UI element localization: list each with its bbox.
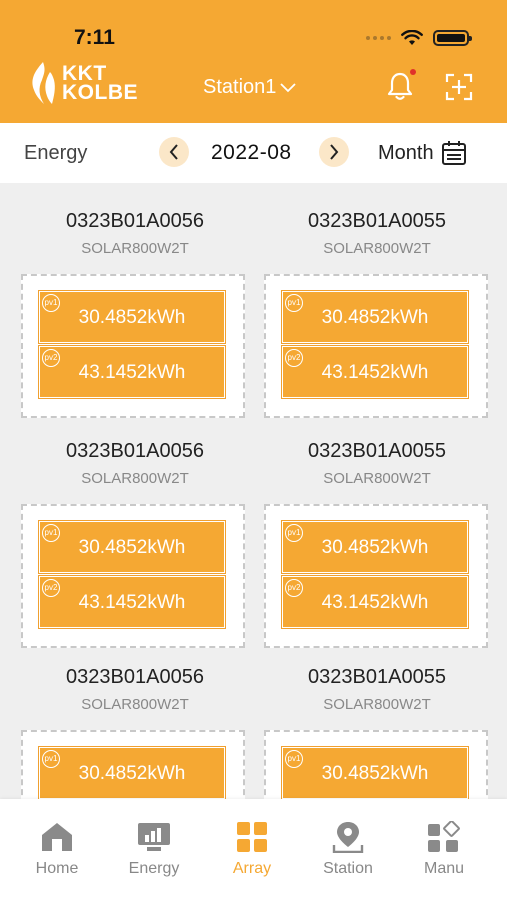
- energy-label: Energy: [24, 142, 88, 164]
- tab-label: Station: [323, 860, 373, 877]
- device-model: SOLAR800W2T: [81, 240, 189, 257]
- pv1-panel: pv1 30.4852kWh: [281, 520, 469, 574]
- brand-line-2: KOLBE: [62, 81, 138, 104]
- wifi-icon: [401, 30, 423, 45]
- pv2-panel: pv2 43.1452kWh: [38, 575, 226, 629]
- device-model: SOLAR800W2T: [323, 470, 431, 487]
- pv2-value: 43.1452kWh: [321, 362, 429, 383]
- tab-label: Energy: [128, 860, 180, 877]
- device-id: 0323B01A0055: [308, 440, 446, 462]
- period-label: Month: [378, 141, 434, 164]
- tab-label: Manu: [423, 860, 465, 877]
- scan-button[interactable]: [445, 73, 473, 106]
- station-name: Station1: [203, 76, 277, 98]
- station-pin-icon: [332, 822, 364, 853]
- scan-icon: [445, 73, 473, 101]
- device-model: SOLAR800W2T: [81, 470, 189, 487]
- battery-icon: [433, 30, 472, 46]
- pv1-value: 30.4852kWh: [321, 537, 429, 558]
- current-date: 2022-08: [211, 141, 292, 164]
- pv2-value: 43.1452kWh: [321, 592, 429, 613]
- pv1-panel: pv1 30.4852kWh: [281, 290, 469, 344]
- notification-dot: [410, 69, 416, 75]
- flame-logo-icon: [32, 62, 55, 104]
- pv1-value: 30.4852kWh: [78, 307, 186, 328]
- array-grid-icon: [237, 822, 267, 852]
- device-id: 0323B01A0056: [66, 666, 204, 688]
- status-time: 7:11: [74, 26, 115, 49]
- device-id: 0323B01A0056: [66, 210, 204, 232]
- period-selector[interactable]: Month: [378, 140, 467, 166]
- tab-energy[interactable]: Energy: [114, 821, 194, 878]
- calendar-icon: [441, 141, 466, 165]
- tab-station[interactable]: Station: [308, 821, 388, 878]
- device-id: 0323B01A0055: [308, 666, 446, 688]
- tab-array[interactable]: Array: [212, 821, 292, 878]
- pv1-panel: pv1 30.4852kWh: [38, 290, 226, 344]
- device-model: SOLAR800W2T: [81, 696, 189, 713]
- tab-label: Home: [35, 860, 79, 877]
- pv1-panel: pv1 30.4852kWh: [281, 746, 469, 800]
- chevron-left-icon: [169, 144, 178, 160]
- pv1-panel: pv1 30.4852kWh: [38, 746, 226, 800]
- next-date-button[interactable]: [319, 137, 349, 167]
- station-selector[interactable]: Station1: [203, 76, 297, 99]
- pv1-value: 30.4852kWh: [321, 307, 429, 328]
- pv1-value: 30.4852kWh: [78, 763, 186, 784]
- tab-menu[interactable]: Manu: [404, 821, 484, 878]
- bell-icon: [387, 72, 413, 100]
- tab-home[interactable]: Home: [17, 821, 97, 878]
- device-card[interactable]: pv1 30.4852kWh pv2 43.1452kWh: [21, 504, 245, 648]
- brand-name: KKT KOLBE: [62, 63, 138, 104]
- prev-date-button[interactable]: [159, 137, 189, 167]
- pv2-value: 43.1452kWh: [78, 362, 186, 383]
- brand-logo: KKT KOLBE: [28, 60, 138, 106]
- notification-button[interactable]: [386, 69, 416, 106]
- pv2-value: 43.1452kWh: [78, 592, 186, 613]
- device-card[interactable]: pv1 30.4852kWh pv2 43.1452kWh: [264, 274, 488, 418]
- tab-label: Array: [232, 860, 272, 877]
- device-card[interactable]: pv1 30.4852kWh pv2 43.1452kWh: [264, 504, 488, 648]
- home-icon: [42, 823, 72, 851]
- energy-monitor-icon: [138, 823, 170, 851]
- pv2-panel: pv2 43.1452kWh: [281, 575, 469, 629]
- chevron-down-icon: [280, 82, 297, 92]
- chevron-right-icon: [330, 144, 339, 160]
- device-id: 0323B01A0055: [308, 210, 446, 232]
- pv1-panel: pv1 30.4852kWh: [38, 520, 226, 574]
- pv2-panel: pv2 43.1452kWh: [281, 345, 469, 399]
- signal-dots-icon: [366, 36, 391, 40]
- menu-grid-icon: [428, 821, 460, 852]
- pv1-value: 30.4852kWh: [78, 537, 186, 558]
- device-id: 0323B01A0056: [66, 440, 204, 462]
- device-model: SOLAR800W2T: [323, 696, 431, 713]
- status-icons: [366, 30, 472, 46]
- device-card[interactable]: pv1 30.4852kWh pv2 43.1452kWh: [21, 274, 245, 418]
- pv2-panel: pv2 43.1452kWh: [38, 345, 226, 399]
- pv1-value: 30.4852kWh: [321, 763, 429, 784]
- device-model: SOLAR800W2T: [323, 240, 431, 257]
